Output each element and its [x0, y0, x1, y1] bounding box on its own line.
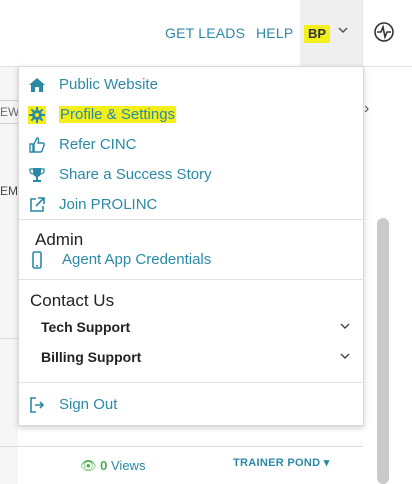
- scrollbar[interactable]: [377, 218, 389, 484]
- topbar-divider: [362, 0, 363, 66]
- menu-item-label: Agent App Credentials: [62, 251, 212, 268]
- external-link-icon: [30, 197, 45, 212]
- background-left-column: [0, 66, 18, 484]
- thumbs-up-icon: [29, 137, 45, 153]
- user-dropdown-menu: Public Website Profile & Settings Refer …: [18, 66, 364, 426]
- menu-item-label: Billing Support: [41, 349, 142, 365]
- help-link[interactable]: HELP: [256, 25, 293, 41]
- background-row-divider: [0, 338, 18, 339]
- caret-down-icon: ▾: [323, 457, 330, 469]
- menu-item-join-prolinc[interactable]: Join PROLINC: [19, 191, 363, 219]
- top-navigation-bar: GET LEADS HELP BP: [0, 0, 412, 67]
- chevron-down-icon: [340, 323, 350, 329]
- user-initials: BP: [304, 25, 331, 43]
- assigned-to-label: TRAINER POND: [233, 457, 321, 469]
- menu-item-label: Refer CINC: [59, 136, 137, 153]
- menu-item-label: Share a Success Story: [59, 166, 212, 183]
- menu-item-label: Profile & Settings: [59, 106, 177, 123]
- menu-item-sign-out[interactable]: Sign Out: [19, 391, 363, 419]
- menu-item-tech-support[interactable]: Tech Support: [19, 315, 363, 341]
- chevron-down-icon: [340, 353, 350, 359]
- home-icon: [29, 78, 45, 92]
- menu-item-share-success-story[interactable]: Share a Success Story: [19, 161, 363, 189]
- pulse-icon[interactable]: [373, 21, 395, 43]
- trophy-icon: [29, 168, 45, 182]
- menu-separator: [19, 219, 363, 220]
- menu-item-label: Join PROLINC: [59, 196, 158, 213]
- next-page-icon[interactable]: ›: [364, 100, 369, 118]
- menu-item-billing-support[interactable]: Billing Support: [19, 345, 363, 371]
- background-row-divider: [0, 446, 412, 447]
- menu-item-label: Public Website: [59, 76, 158, 93]
- assigned-to-dropdown[interactable]: TRAINER POND ▾: [233, 456, 330, 469]
- menu-separator: [19, 279, 363, 280]
- chevron-down-icon: [338, 27, 348, 34]
- menu-separator: [19, 382, 363, 383]
- views-count: 0: [100, 458, 108, 473]
- menu-item-public-website[interactable]: Public Website: [19, 71, 363, 99]
- views-counter: 👁 0 Views: [80, 458, 145, 474]
- background-column-header: EM: [0, 184, 18, 198]
- user-menu-toggle[interactable]: BP: [300, 0, 362, 66]
- menu-item-label: Tech Support: [41, 319, 131, 335]
- eye-icon: 👁: [80, 458, 97, 473]
- sign-out-icon: [30, 397, 45, 413]
- menu-item-refer-cinc[interactable]: Refer CINC: [19, 131, 363, 159]
- mobile-phone-icon: [32, 251, 42, 269]
- menu-item-agent-app-credentials[interactable]: Agent App Credentials: [19, 246, 363, 274]
- get-leads-link[interactable]: GET LEADS: [165, 25, 245, 41]
- contact-section-title: Contact Us: [30, 291, 115, 310]
- views-label: Views: [111, 458, 146, 473]
- gear-icon: [28, 106, 46, 124]
- menu-item-label: Sign Out: [59, 396, 118, 413]
- menu-item-profile-settings[interactable]: Profile & Settings: [19, 101, 363, 129]
